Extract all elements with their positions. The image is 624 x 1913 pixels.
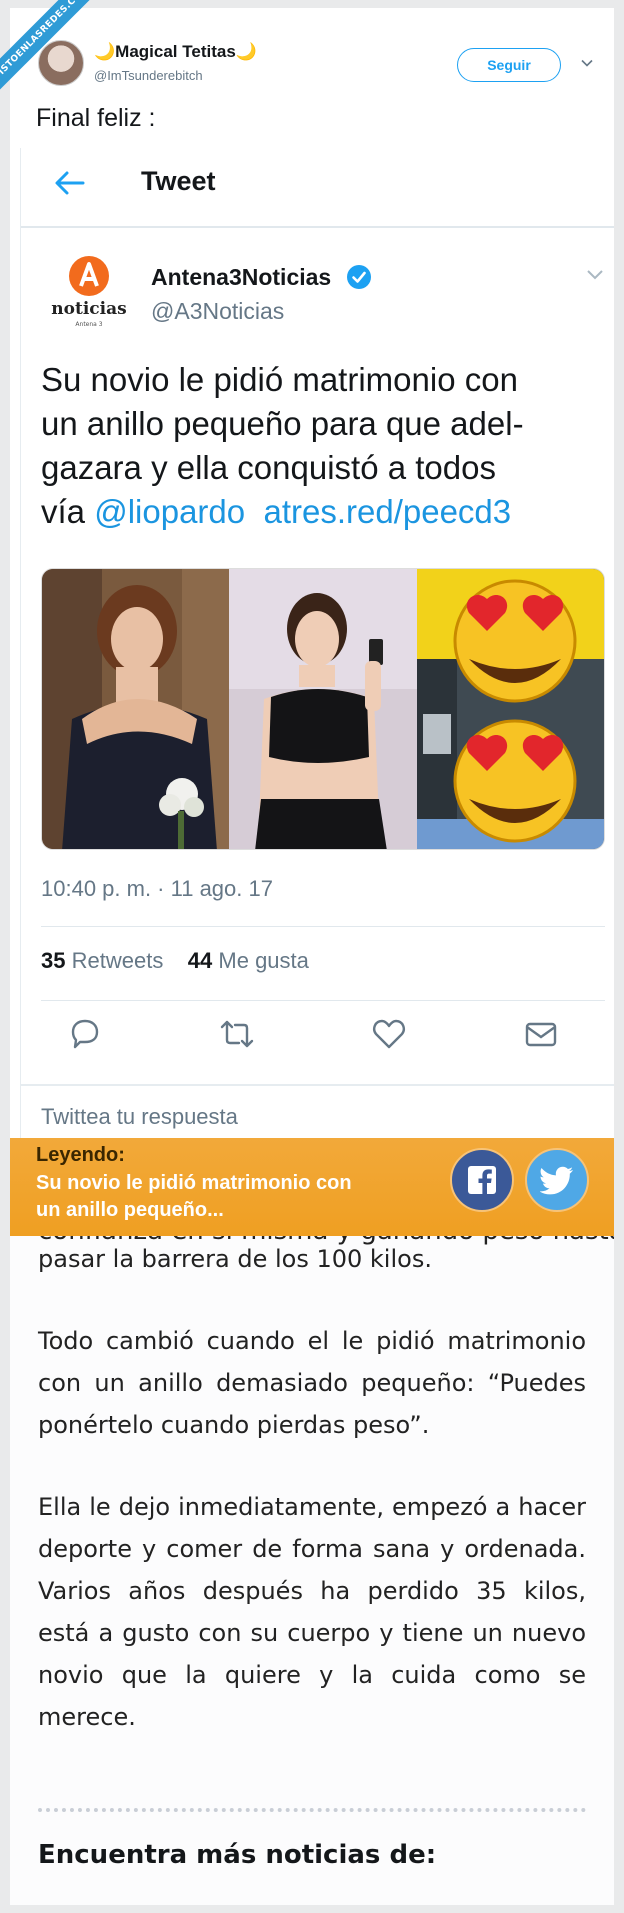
- article-paragraph: Ella le dejo inmediatamente, empezó a ha…: [38, 1493, 586, 1731]
- page-title: Tweet: [141, 166, 216, 196]
- chevron-down-icon[interactable]: [580, 56, 594, 70]
- logo-text: noticias: [51, 299, 126, 319]
- verified-badge-icon: [347, 265, 371, 289]
- tweet-text-line: gazara y ella conquistó a todos: [41, 449, 496, 486]
- like-icon[interactable]: [371, 1016, 407, 1052]
- url-link[interactable]: atres.red/peecd3: [263, 493, 511, 530]
- reading-bar: Leyendo: Su novio le pidió matrimonio co…: [10, 1138, 614, 1236]
- heart-eyes-emoji-icon: [453, 719, 577, 843]
- divider: [21, 226, 614, 228]
- article-paragraph: Todo cambió cuando el le pidió matrimoni…: [38, 1327, 586, 1439]
- tweet-timestamp[interactable]: 10:40 p. m. · 11 ago. 17: [41, 876, 273, 902]
- tweet-text-line: vía @liopardo atres.red/peecd3: [41, 490, 601, 534]
- heart-eyes-emoji-icon: [453, 579, 577, 703]
- dotted-divider: [38, 1808, 586, 1812]
- photo-before: [42, 569, 230, 849]
- retweets-count[interactable]: 35: [41, 948, 65, 973]
- article-body: confianza en sí misma y ganando peso has…: [10, 1216, 614, 1905]
- tweet-text: Final feliz :: [36, 104, 156, 132]
- divider: [41, 926, 605, 927]
- tweet-frame: 🌙Magical Tetitas🌙 @ImTsunderebitch Segui…: [10, 8, 614, 1905]
- photo-emoji-panel: [416, 569, 604, 849]
- reading-label: Leyendo:: [36, 1144, 125, 1166]
- tweet-stats: 35 Retweets 44 Me gusta: [41, 948, 309, 974]
- tweet-text-line: un anillo pequeño para que adel-: [41, 405, 524, 442]
- follow-button[interactable]: Seguir: [457, 48, 561, 82]
- chevron-down-icon[interactable]: [585, 264, 605, 284]
- logo-subtext: Antena 3: [75, 321, 102, 328]
- user-handle[interactable]: @ImTsunderebitch: [94, 68, 203, 83]
- facebook-share-button[interactable]: [450, 1148, 514, 1212]
- divider: [41, 1000, 605, 1001]
- message-icon[interactable]: [523, 1016, 559, 1052]
- reading-title[interactable]: Su novio le pidió matrimonio con un anil…: [36, 1170, 376, 1224]
- retweet-icon[interactable]: [219, 1016, 255, 1052]
- avatar[interactable]: [38, 40, 84, 86]
- divider: [21, 1084, 614, 1086]
- reply-input[interactable]: Twittea tu respuesta: [41, 1104, 238, 1130]
- display-name[interactable]: 🌙Magical Tetitas🌙: [94, 42, 257, 62]
- tweet-text: Su novio le pidió matrimonio con un anil…: [41, 358, 601, 534]
- photo-after: [229, 569, 417, 849]
- tweet-photo[interactable]: [41, 568, 605, 850]
- mention-link[interactable]: @liopardo: [94, 493, 245, 530]
- antena3-logo[interactable]: noticias Antena 3: [47, 252, 131, 336]
- reply-icon[interactable]: [67, 1016, 103, 1052]
- more-news-heading: Encuentra más noticias de:: [38, 1840, 437, 1870]
- user-handle[interactable]: @A3Noticias: [151, 298, 284, 325]
- article-paragraph: pasar la barrera de los 100 kilos.: [38, 1245, 432, 1273]
- twitter-icon: [540, 1166, 573, 1195]
- twitter-share-button[interactable]: [525, 1148, 589, 1212]
- tweet-text-prefix: vía: [41, 493, 95, 530]
- back-arrow-icon[interactable]: [53, 168, 87, 198]
- retweets-label[interactable]: Retweets: [72, 948, 164, 973]
- tweet-text-line: Su novio le pidió matrimonio con: [41, 361, 518, 398]
- likes-count[interactable]: 44: [188, 948, 212, 973]
- facebook-icon: [468, 1166, 496, 1194]
- display-name[interactable]: Antena3Noticias: [151, 264, 331, 291]
- likes-label[interactable]: Me gusta: [218, 948, 309, 973]
